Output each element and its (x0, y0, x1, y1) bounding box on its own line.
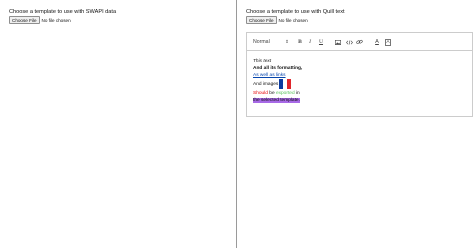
background-color-button[interactable]: A (384, 38, 392, 46)
chevron-updown-icon: ⇕ (285, 39, 289, 44)
editor-green-text: exported (275, 91, 295, 96)
editor-plain-text: be (267, 91, 276, 96)
editor-images-text: And images (253, 82, 279, 87)
quill-prompt: Choose a template to use with Quill text (246, 9, 345, 15)
editor-colored-line: Should be exported in (253, 90, 472, 97)
format-picker[interactable]: Normal ⇕ (253, 37, 289, 47)
quill-file-input[interactable]: Choose File No file chosen (246, 16, 308, 24)
editor-plain-text-2: in (294, 91, 300, 96)
france-flag-image (279, 79, 292, 89)
text-color-button[interactable]: A (373, 38, 381, 46)
editor-line-italic: This text (253, 59, 272, 64)
editor-highlighted-text: the selected template. (253, 98, 300, 103)
bold-button[interactable]: B (296, 38, 304, 46)
quill-file-status: No file chosen (278, 17, 308, 23)
swapi-file-status: No file chosen (41, 17, 71, 23)
quill-pane: Choose a template to use with Quill text… (237, 0, 474, 248)
quill-editor[interactable]: This text And all its formatting, As wel… (246, 50, 473, 117)
italic-button[interactable]: I (306, 38, 314, 46)
background-color-icon: A (384, 38, 392, 46)
editor-link[interactable]: As well as links (253, 73, 286, 78)
code-icon[interactable] (345, 38, 353, 46)
editor-red-text: Should (253, 91, 268, 96)
swapi-pane: Choose a template to use with SWAPI data… (0, 0, 236, 248)
quill-choose-file-button[interactable]: Choose File (246, 16, 277, 24)
underline-button[interactable]: U (317, 38, 325, 46)
swapi-file-input[interactable]: Choose File No file chosen (9, 16, 71, 24)
editor-image-line: And images (253, 79, 472, 90)
format-picker-label: Normal (253, 39, 270, 45)
swapi-choose-file-button[interactable]: Choose File (9, 16, 40, 24)
link-icon[interactable] (355, 38, 363, 46)
swapi-prompt: Choose a template to use with SWAPI data (9, 9, 117, 15)
editor-line-bold: And all its formatting, (253, 66, 303, 71)
editor-toolbar: Normal ⇕ B I U A A (246, 32, 473, 50)
image-icon[interactable] (334, 38, 342, 46)
